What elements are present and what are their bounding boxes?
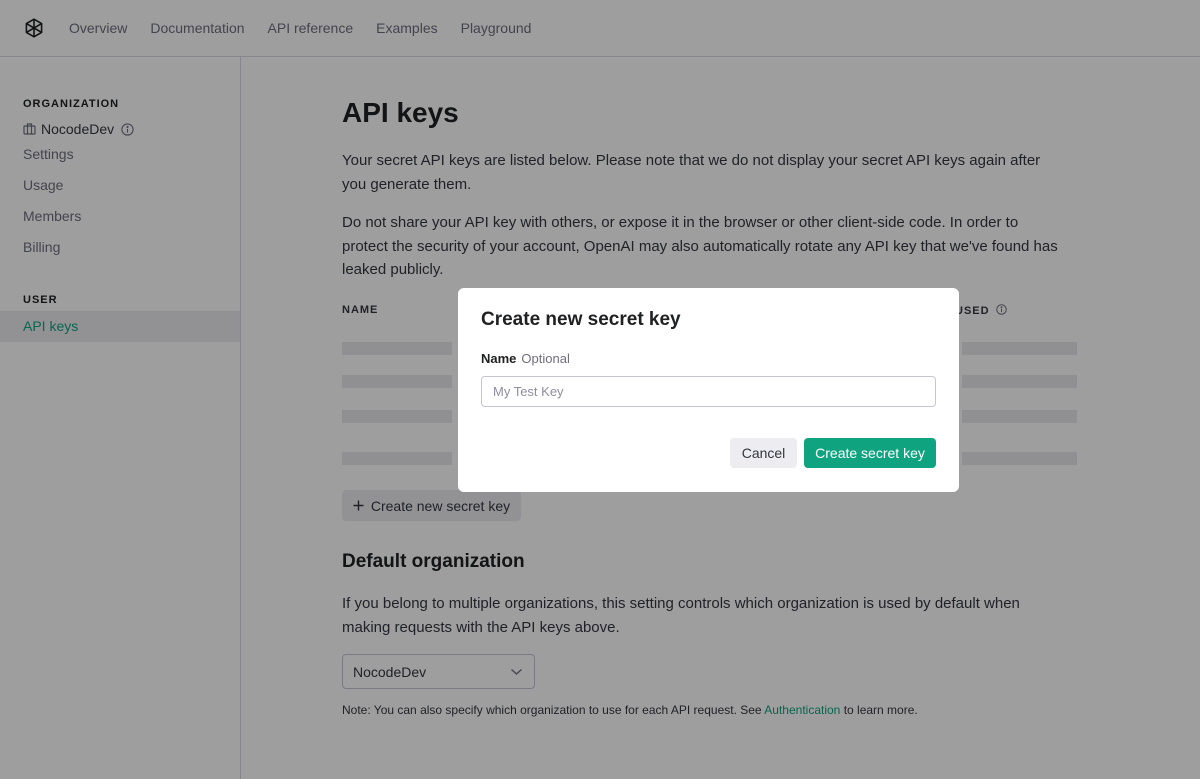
name-label: Name [481, 351, 517, 366]
optional-label: Optional [521, 351, 570, 366]
create-secret-key-dialog: Create new secret key Name Optional Cance… [458, 288, 959, 492]
create-secret-key-button[interactable]: Create secret key [804, 438, 936, 468]
dialog-title: Create new secret key [481, 309, 681, 330]
name-field-label: Name Optional [481, 351, 570, 366]
cancel-button[interactable]: Cancel [730, 438, 797, 468]
key-name-input[interactable] [481, 376, 936, 407]
